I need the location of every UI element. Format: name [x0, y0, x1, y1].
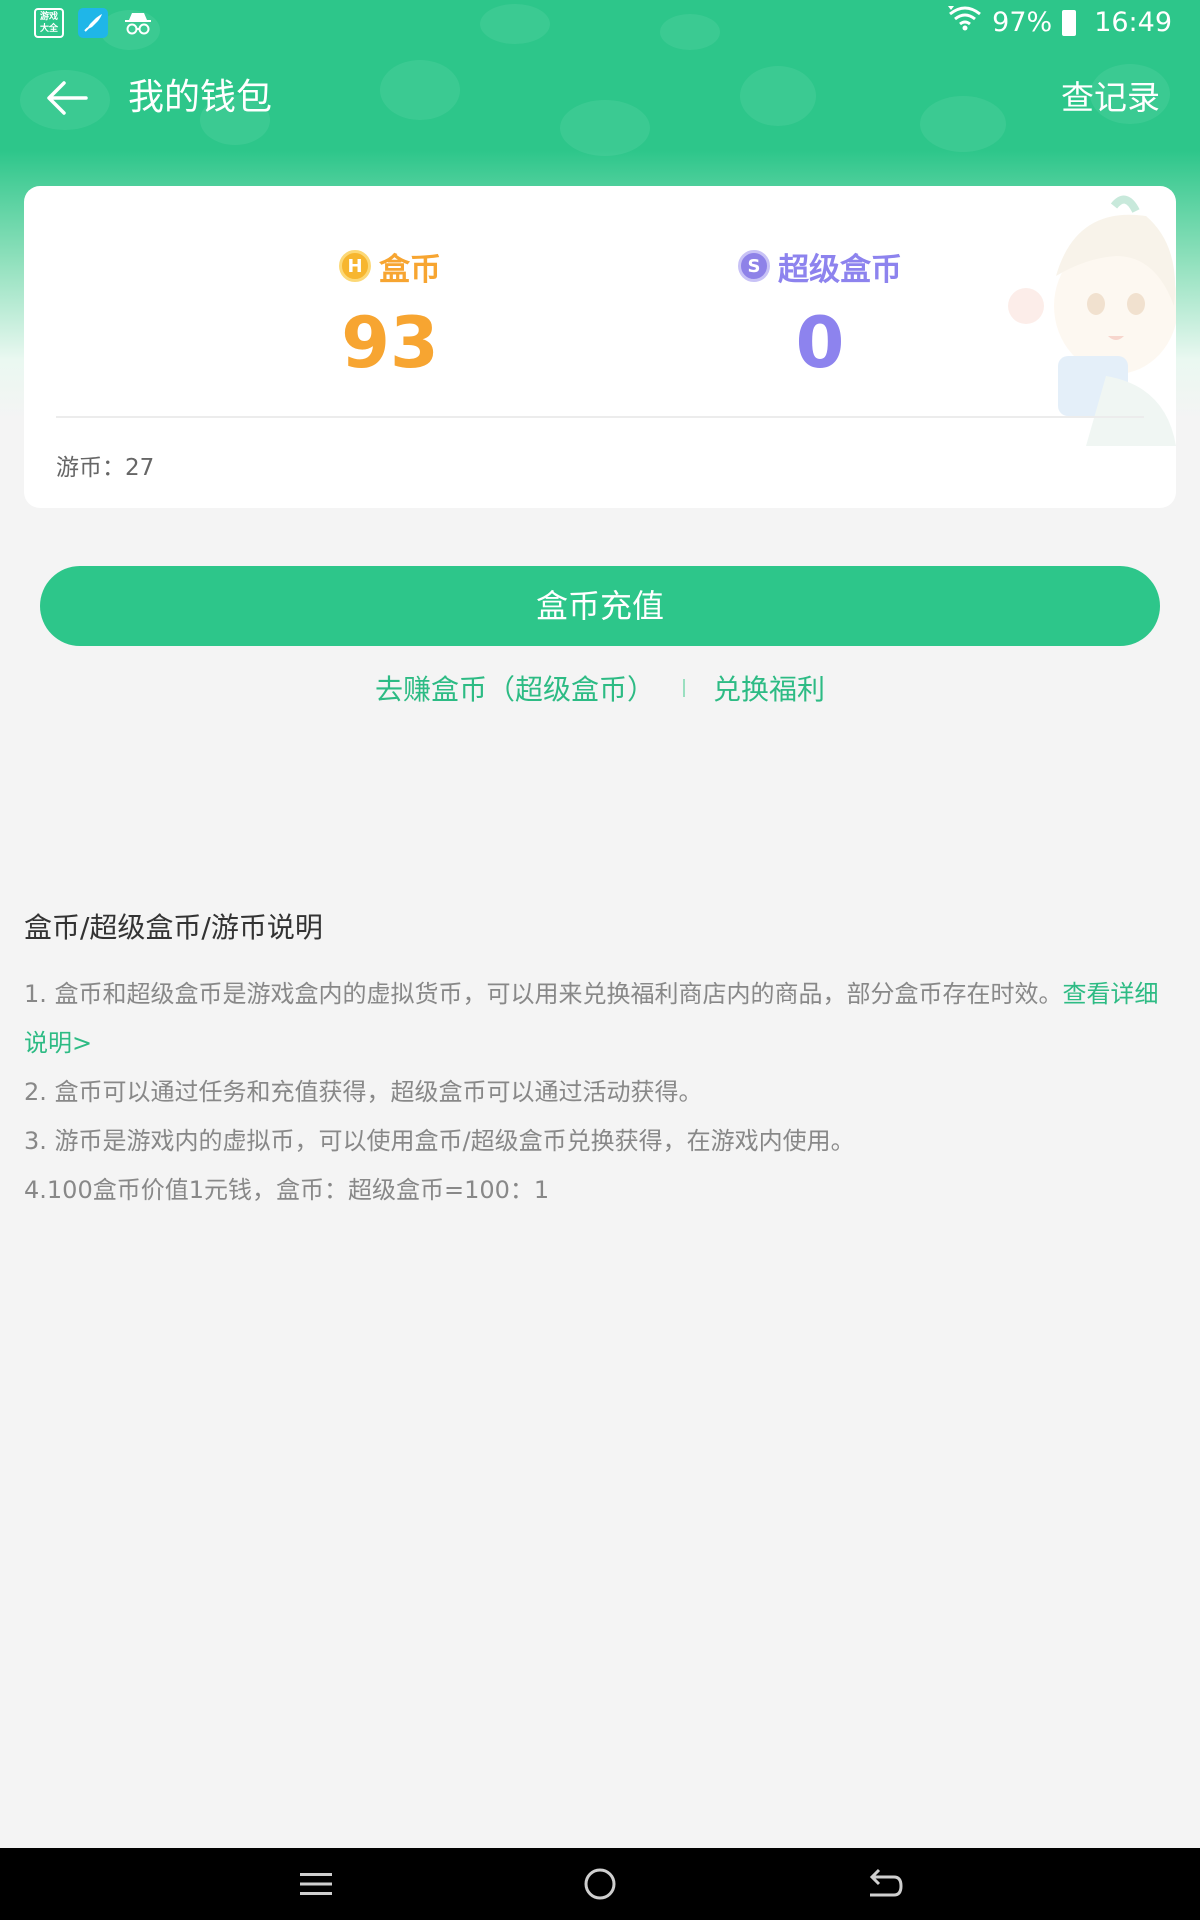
home-button[interactable]: [576, 1860, 624, 1908]
battery-level: 97%: [992, 7, 1053, 38]
battery-icon: [1062, 9, 1077, 36]
exchange-welfare-link[interactable]: 兑换福利: [713, 668, 825, 708]
wifi-icon: [948, 6, 982, 39]
status-bar: 游戏大全 97% 16:49: [0, 0, 1200, 50]
menu-button[interactable]: [292, 1860, 340, 1908]
back-return-icon: [869, 1868, 903, 1897]
records-link[interactable]: 查记录: [1061, 74, 1160, 122]
mascot-illustration: [1008, 195, 1176, 446]
app-bar: 我的钱包 查记录: [0, 50, 1200, 146]
nav-back-button[interactable]: [860, 1860, 908, 1908]
clock: 16:49: [1094, 7, 1172, 38]
instructions-section: 盒币/超级盒币/游币说明 1. 盒币和超级盒币是游戏盒内的虚拟货币，可以用来兑换…: [24, 904, 1176, 1215]
instructions-title: 盒币/超级盒币/游币说明: [24, 911, 323, 944]
instruction-item-1: 1. 盒币和超级盒币是游戏盒内的虚拟货币，可以用来兑换福利商店内的商品，部分盒币…: [24, 970, 1176, 1068]
instruction-item-1-text: 1. 盒币和超级盒币是游戏盒内的虚拟货币，可以用来兑换福利商店内的商品，部分盒币…: [24, 980, 1063, 1008]
status-bar-notifications: 游戏大全: [34, 8, 154, 38]
coin-label: 盒币: [379, 251, 441, 288]
super-coin-label: 超级盒币: [778, 251, 902, 288]
instruction-item-2: 2. 盒币可以通过任务和充值获得，超级盒币可以通过活动获得。: [24, 1078, 703, 1106]
recharge-button[interactable]: 盒币充值: [40, 566, 1160, 646]
game-coin-balance: 游币：27: [56, 455, 155, 481]
coin-balance: H 盒币 93: [230, 244, 550, 388]
wallet-card: H 盒币 93 S 超级盒币 0 游币：27: [24, 186, 1176, 508]
home-circle-icon: [584, 1868, 616, 1900]
super-coin-label-row: S 超级盒币: [660, 244, 980, 288]
arrow-left-icon: [47, 81, 88, 115]
card-divider: [56, 416, 1144, 418]
page-title: 我的钱包: [128, 77, 273, 118]
action-links: 去赚盒币（超级盒币） 兑换福利: [0, 668, 1200, 708]
super-coin-balance: S 超级盒币 0: [660, 244, 980, 388]
game-box-app-icon: 游戏大全: [34, 8, 64, 38]
coin-value: 93: [341, 302, 439, 384]
earn-coins-link[interactable]: 去赚盒币（超级盒币）: [375, 668, 655, 708]
incognito-icon: [122, 8, 154, 38]
gold-coin-icon: H: [339, 250, 371, 282]
instruction-item-4: 4.100盒币价值1元钱，盒币：超级盒币=100：1: [24, 1176, 550, 1204]
status-bar-system: 97% 16:49: [948, 6, 1172, 39]
back-button[interactable]: [40, 70, 96, 126]
instruction-item-3: 3. 游币是游戏内的虚拟币，可以使用盒币/超级盒币兑换获得，在游戏内使用。: [24, 1127, 855, 1155]
coin-label-row: H 盒币: [230, 244, 550, 288]
links-divider: [683, 679, 685, 697]
super-coin-value: 0: [795, 302, 845, 384]
system-navigation-bar: [0, 1848, 1200, 1920]
rocket-icon: [78, 8, 108, 38]
menu-icon: [300, 1873, 332, 1895]
super-coin-icon: S: [738, 250, 770, 282]
